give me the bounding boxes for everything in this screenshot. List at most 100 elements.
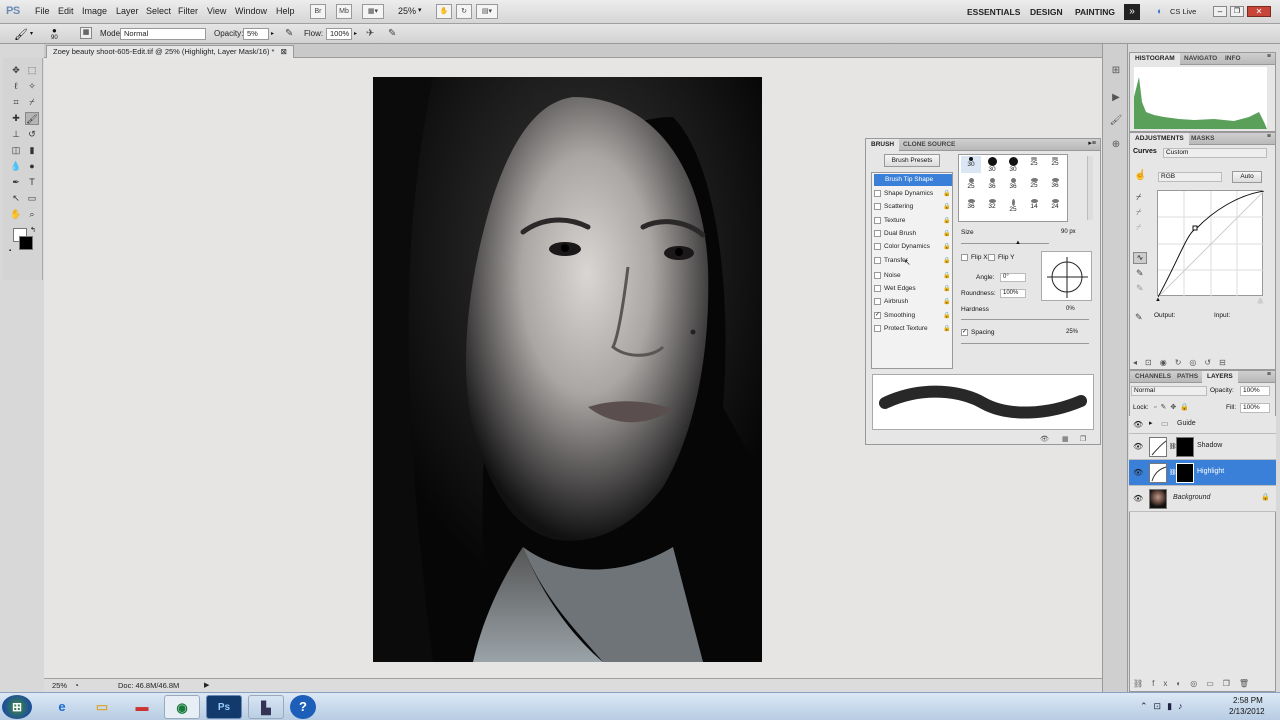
new-brush-icon[interactable]: ❐ — [1080, 435, 1086, 443]
brush-grid-icon[interactable]: ▦ — [1062, 435, 1069, 443]
lock-icon[interactable]: 🔒 — [943, 272, 950, 279]
toggle-hard-bristle-icon[interactable]: 👁 — [1040, 435, 1049, 443]
checkbox-icon[interactable] — [874, 284, 881, 292]
black-input-slider-icon[interactable]: ▲ — [1155, 297, 1161, 303]
brush-tip[interactable]: 30 — [961, 156, 981, 173]
brush-angle-preview[interactable] — [1041, 251, 1092, 301]
checkbox-icon[interactable] — [874, 297, 881, 305]
eyedropper-tool-icon[interactable]: ⌿ — [25, 96, 39, 109]
visibility-eye-icon[interactable]: 👁 — [1133, 468, 1143, 477]
fill-field[interactable]: 100% — [1240, 403, 1270, 413]
brush-tip[interactable]: 14 — [1024, 198, 1044, 215]
shape-tool-icon[interactable]: ▭ — [25, 192, 39, 205]
checkbox-icon[interactable] — [874, 324, 881, 332]
swap-colors-icon[interactable]: ↰ — [30, 226, 36, 234]
quick-select-tool-icon[interactable]: ✧ — [25, 80, 39, 93]
brush-tip[interactable]: 30 — [1003, 156, 1023, 173]
angle-field[interactable]: 0° — [1000, 273, 1026, 282]
flip-y-checkbox[interactable]: Flip Y — [988, 254, 1015, 261]
group-expand-icon[interactable]: ▸ — [1149, 419, 1153, 427]
brush-option-transfer[interactable]: Transfer — [874, 255, 908, 267]
marquee-tool-icon[interactable]: ⬚ — [25, 64, 39, 77]
panel-menu-icon[interactable]: ≡ — [1267, 133, 1271, 140]
rotate-view-button[interactable]: ↻ — [456, 4, 472, 19]
workspace-essentials[interactable]: ESSENTIALS — [967, 7, 1020, 17]
zoom-tool-icon[interactable]: ⌕ — [25, 208, 39, 221]
panel-menu-icon[interactable]: ≡ — [1267, 371, 1271, 378]
brush-option-dual-brush[interactable]: Dual Brush — [874, 228, 952, 240]
photoshop-taskbar-icon[interactable]: Ps — [206, 695, 242, 719]
status-zoom[interactable]: 25% — [52, 681, 67, 690]
eraser-tool-icon[interactable]: ◫ — [9, 144, 23, 157]
menu-edit[interactable]: Edit — [58, 6, 74, 16]
more-workspaces-icon[interactable]: » — [1124, 4, 1140, 20]
menu-window[interactable]: Window — [235, 6, 267, 16]
healing-brush-tool-icon[interactable]: ✚ — [9, 112, 23, 125]
checkbox-checked-icon[interactable]: ✓ — [874, 311, 881, 319]
brush-tip[interactable]: 36 — [1045, 177, 1065, 194]
visibility-eye-icon[interactable]: 👁 — [1133, 420, 1143, 429]
brush-option-airbrush[interactable]: Airbrush — [874, 296, 952, 308]
minimize-button[interactable]: – — [1213, 6, 1227, 17]
lock-options-icons[interactable]: ▫✎✥🔒 — [1154, 403, 1193, 411]
airbrush-icon[interactable]: ✈ — [366, 28, 374, 39]
gray-point-eyedropper-icon[interactable]: ⌿ — [1136, 207, 1141, 218]
help-icon[interactable]: ? — [290, 695, 316, 719]
checkbox-checked-icon[interactable]: ✓ — [961, 329, 968, 336]
blur-tool-icon[interactable]: 💧 — [9, 160, 23, 173]
checkbox-icon[interactable] — [988, 254, 995, 261]
opacity-field[interactable]: 5% — [243, 28, 269, 40]
pencil-curve-icon[interactable]: ✎ — [1136, 268, 1144, 279]
clock-time[interactable]: 2:58 PM — [1233, 696, 1263, 705]
dodge-tool-icon[interactable]: ● — [25, 160, 39, 173]
menu-view[interactable]: View — [207, 6, 226, 16]
zoom-level-select[interactable]: 25% — [398, 6, 416, 16]
checkbox-icon[interactable] — [874, 202, 881, 210]
roundness-field[interactable]: 100% — [1000, 289, 1026, 298]
lock-icon[interactable]: 🔒 — [943, 325, 950, 332]
brush-tip[interactable]: 36 — [1003, 177, 1023, 194]
lock-icon[interactable]: 🔒 — [943, 285, 950, 292]
clock-date[interactable]: 2/13/2012 — [1229, 707, 1265, 716]
menu-layer[interactable]: Layer — [116, 6, 139, 16]
arrange-documents-button[interactable]: ▤▾ — [476, 4, 498, 19]
hp-app-icon[interactable]: ◉ — [164, 695, 200, 719]
size-slider[interactable] — [961, 243, 1049, 244]
brush-option-smoothing[interactable]: ✓ Smoothing — [874, 310, 952, 322]
layer-row-guide[interactable]: 👁 ▸ ▭ Guide — [1129, 416, 1276, 434]
default-colors-icon[interactable]: ▪ — [9, 248, 11, 254]
lock-icon[interactable]: 🔒 — [943, 257, 950, 264]
layer-row-shadow[interactable]: 👁 ⛓ Shadow — [1129, 434, 1276, 460]
checkbox-icon[interactable] — [874, 189, 881, 197]
black-point-eyedropper-icon[interactable]: ⌿ — [1136, 192, 1141, 203]
move-tool-icon[interactable]: ✥ — [9, 64, 23, 77]
lock-icon[interactable]: 🔒 — [943, 230, 950, 237]
flow-field[interactable]: 100% — [326, 28, 352, 40]
checkbox-icon[interactable] — [874, 256, 881, 264]
tab-adjustments[interactable]: ADJUSTMENTS — [1130, 133, 1189, 145]
layer-row-background[interactable]: 👁 Background 🔒 — [1129, 486, 1276, 512]
size-value[interactable]: 90 px — [1061, 229, 1076, 235]
restore-button[interactable]: ❐ — [1230, 6, 1244, 17]
status-menu-arrow-icon[interactable]: ▶ — [204, 681, 209, 689]
type-tool-icon[interactable]: T — [25, 176, 39, 189]
flow-chevron-icon[interactable]: ▸ — [354, 30, 357, 37]
panel-menu-icon[interactable]: ▸≡ — [1088, 139, 1096, 147]
hardness-value[interactable]: 0% — [1066, 306, 1075, 312]
spacing-value[interactable]: 25% — [1066, 329, 1078, 335]
tab-brush[interactable]: BRUSH — [866, 139, 900, 151]
brush-tool-icon[interactable]: 🖌 — [14, 28, 28, 41]
lock-icon[interactable]: 🔒 — [943, 312, 950, 319]
pressure-opacity-icon[interactable]: ✎ — [285, 28, 293, 39]
brush-option-color-dynamics[interactable]: Color Dynamics — [874, 241, 952, 253]
clone-stamp-tool-icon[interactable]: ⊥ — [9, 128, 23, 141]
visibility-eye-icon[interactable]: 👁 — [1133, 442, 1143, 451]
target-adjust-icon[interactable]: ☝ — [1134, 170, 1146, 181]
close-button[interactable]: ✕ — [1247, 6, 1271, 17]
visibility-eye-icon[interactable]: 👁 — [1133, 494, 1143, 503]
flip-x-checkbox[interactable]: Flip X — [961, 254, 988, 261]
tab-channels[interactable]: CHANNELS — [1130, 371, 1176, 383]
close-tab-icon[interactable]: ⊠ — [281, 47, 287, 56]
cs-live-menu[interactable]: CS Live — [1170, 7, 1196, 16]
menu-select[interactable]: Select — [146, 6, 171, 16]
